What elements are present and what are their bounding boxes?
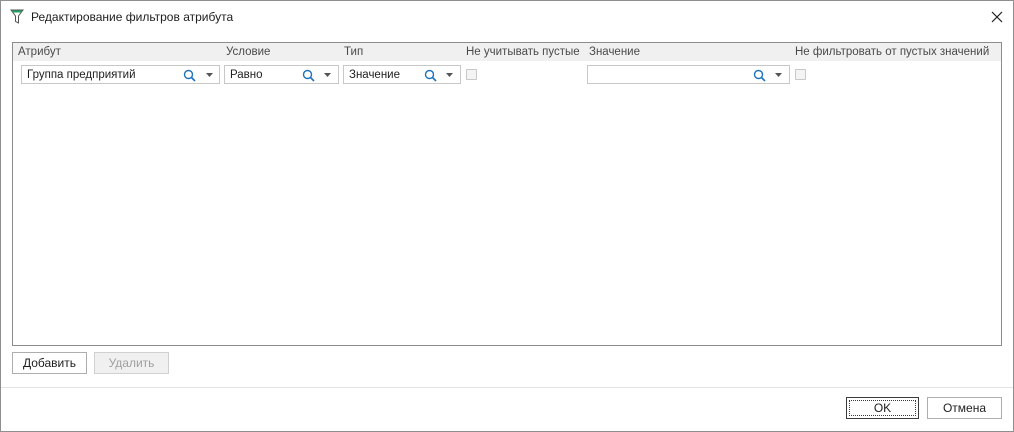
footer-separator bbox=[1, 387, 1013, 388]
search-icon[interactable] bbox=[424, 69, 437, 82]
filters-grid: Атрибут Условие Тип Не учитывать пустые … bbox=[12, 42, 1002, 346]
column-header-type[interactable]: Тип bbox=[344, 46, 363, 58]
condition-combo[interactable]: Равно bbox=[224, 65, 339, 84]
attribute-value: Группа предприятий bbox=[27, 69, 136, 81]
search-icon[interactable] bbox=[753, 69, 766, 82]
grid-header: Атрибут Условие Тип Не учитывать пустые … bbox=[13, 43, 1001, 61]
value-combo[interactable] bbox=[587, 65, 790, 84]
type-combo[interactable]: Значение bbox=[343, 65, 461, 84]
attribute-combo[interactable]: Группа предприятий bbox=[21, 65, 220, 84]
type-value: Значение bbox=[349, 69, 400, 81]
add-button[interactable]: Добавить bbox=[12, 352, 87, 374]
column-header-condition[interactable]: Условие bbox=[226, 46, 270, 58]
chevron-down-icon[interactable] bbox=[206, 73, 213, 77]
close-button[interactable] bbox=[985, 5, 1009, 29]
condition-value: Равно bbox=[230, 69, 263, 81]
delete-button[interactable]: Удалить bbox=[94, 352, 169, 374]
chevron-down-icon[interactable] bbox=[324, 73, 331, 77]
chevron-down-icon[interactable] bbox=[775, 73, 782, 77]
cancel-button[interactable]: Отмена bbox=[927, 397, 1002, 419]
column-header-value[interactable]: Значение bbox=[589, 46, 640, 58]
ok-button[interactable]: OK bbox=[846, 397, 919, 419]
ignore-empty-checkbox[interactable] bbox=[466, 69, 477, 80]
dialog-window: Редактирование фильтров атрибута Атрибут… bbox=[0, 0, 1014, 432]
column-header-ignore-empty[interactable]: Не учитывать пустые bbox=[466, 46, 580, 58]
no-filter-empty-checkbox[interactable] bbox=[795, 69, 806, 80]
column-header-attribute[interactable]: Атрибут bbox=[18, 46, 61, 58]
close-icon bbox=[991, 11, 1003, 23]
chevron-down-icon[interactable] bbox=[446, 73, 453, 77]
search-icon[interactable] bbox=[183, 69, 196, 82]
column-header-no-filter-empty[interactable]: Не фильтровать от пустых значений bbox=[795, 46, 989, 58]
dialog-title: Редактирование фильтров атрибута bbox=[31, 10, 234, 24]
title-bar: Редактирование фильтров атрибута bbox=[1, 1, 1013, 33]
filter-funnel-icon bbox=[10, 9, 24, 25]
search-icon[interactable] bbox=[302, 69, 315, 82]
